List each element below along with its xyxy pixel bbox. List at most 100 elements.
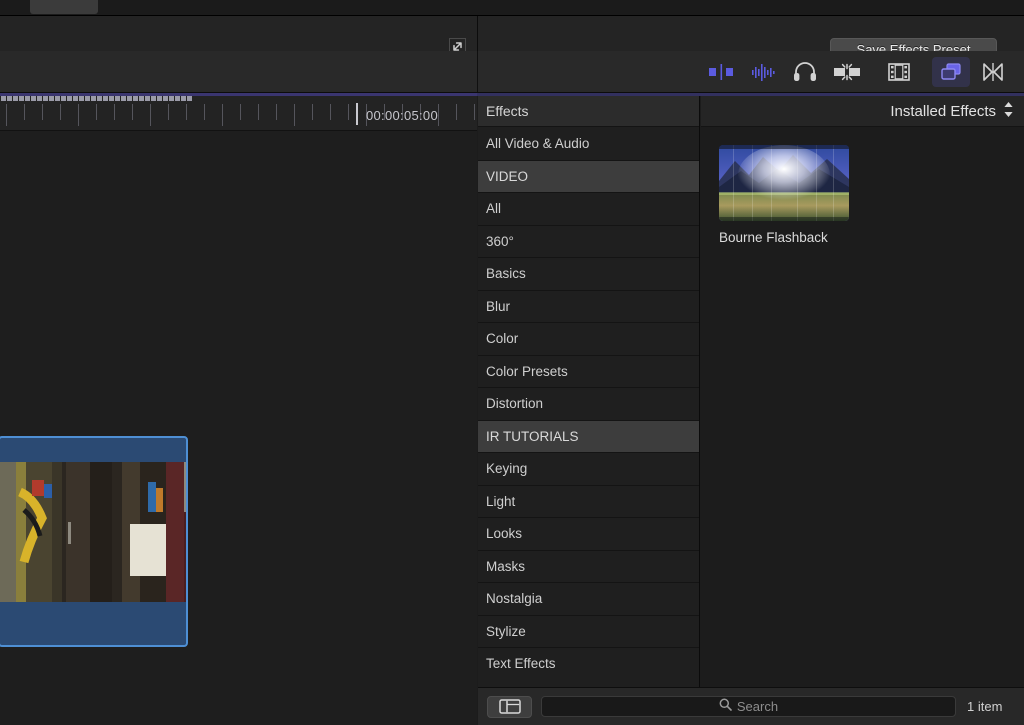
render-dash bbox=[61, 96, 66, 101]
effects-category-item[interactable]: Looks bbox=[478, 518, 700, 551]
render-dash bbox=[169, 96, 174, 101]
tick-mark bbox=[78, 104, 79, 126]
effect-item[interactable]: Bourne Flashback bbox=[719, 145, 849, 245]
timeline-panel[interactable]: 00:00:05:00 bbox=[0, 96, 477, 725]
tick-mark bbox=[186, 104, 187, 120]
browser-toolbar bbox=[0, 51, 1024, 93]
effects-category-item[interactable]: Keying bbox=[478, 453, 700, 486]
transitions-browser-icon[interactable] bbox=[974, 57, 1012, 87]
playhead[interactable] bbox=[356, 103, 358, 125]
effects-category-item[interactable]: Blur bbox=[478, 290, 700, 323]
effects-browser-icon[interactable] bbox=[932, 57, 970, 87]
timeline-ruler[interactable]: 00:00:05:00 bbox=[0, 96, 477, 131]
render-dash bbox=[85, 96, 90, 101]
effects-category-item[interactable]: Distortion bbox=[478, 388, 700, 421]
effects-category-label: Masks bbox=[486, 558, 526, 574]
audio-meters-icon[interactable] bbox=[744, 57, 782, 87]
effect-name-label: Bourne Flashback bbox=[719, 230, 828, 245]
effects-category-label: 360° bbox=[486, 233, 514, 249]
final-cut-pro-window: Save Effects Preset 00:00:05:00 Effects … bbox=[0, 0, 1024, 725]
effects-category-item[interactable]: Basics bbox=[478, 258, 700, 291]
effects-category-item[interactable]: 360° bbox=[478, 225, 700, 258]
effects-category-label: All bbox=[486, 201, 502, 217]
render-dash bbox=[145, 96, 150, 101]
tick-mark bbox=[24, 104, 25, 120]
sidebar-toggle-icon[interactable] bbox=[487, 695, 532, 718]
render-dash bbox=[1, 96, 6, 101]
inspector-tab-fragment[interactable] bbox=[30, 0, 98, 14]
timeline-clip[interactable] bbox=[0, 436, 188, 647]
tick-mark bbox=[6, 104, 7, 126]
tick-mark bbox=[456, 104, 457, 120]
tick-mark bbox=[168, 104, 169, 120]
render-dash bbox=[187, 96, 192, 101]
effects-category-header[interactable]: VIDEO bbox=[478, 160, 700, 193]
render-dash bbox=[157, 96, 162, 101]
effects-category-item[interactable]: All bbox=[478, 193, 700, 226]
tick-mark bbox=[96, 104, 97, 120]
tick-mark bbox=[240, 104, 241, 120]
retime-icon[interactable] bbox=[828, 57, 866, 87]
tick-mark bbox=[330, 104, 331, 120]
render-dash bbox=[103, 96, 108, 101]
effects-category-item[interactable]: Light bbox=[478, 485, 700, 518]
effects-category-label: Color bbox=[486, 331, 519, 347]
item-count-label: 1 item bbox=[967, 699, 1003, 714]
installed-effects-header[interactable]: Installed Effects bbox=[701, 96, 1024, 127]
effects-sidebar-title: Effects bbox=[478, 96, 700, 127]
effects-sidebar: Effects All Video & Audio VIDEO All 360° Bas… bbox=[478, 96, 700, 725]
render-dash bbox=[31, 96, 36, 101]
render-dash bbox=[73, 96, 78, 101]
effects-category-item[interactable]: All Video & Audio bbox=[478, 128, 700, 161]
effects-category-label: Text Effects bbox=[486, 656, 556, 672]
render-dash bbox=[79, 96, 84, 101]
render-dash bbox=[67, 96, 72, 101]
film-strip-icon[interactable] bbox=[880, 57, 918, 87]
effects-category-header[interactable]: IR TUTORIALS bbox=[478, 420, 700, 453]
effects-category-label: Nostalgia bbox=[486, 591, 543, 607]
render-dash bbox=[13, 96, 18, 101]
effects-category-item[interactable]: Color Presets bbox=[478, 355, 700, 388]
search-input[interactable]: Search bbox=[541, 696, 956, 717]
tick-mark bbox=[438, 104, 439, 126]
effects-category-item[interactable]: Color bbox=[478, 323, 700, 356]
render-dash bbox=[91, 96, 96, 101]
tick-mark bbox=[474, 104, 475, 120]
render-dash bbox=[127, 96, 132, 101]
effects-category-label: Basics bbox=[486, 266, 526, 282]
effects-thumbnail-grid[interactable]: Bourne Flashback bbox=[701, 128, 1024, 680]
filmstrip-frame bbox=[62, 462, 122, 602]
browser-bottom-bar: Search 1 item bbox=[478, 687, 1024, 725]
audio-enhancements-icon[interactable] bbox=[702, 57, 740, 87]
tick-mark bbox=[294, 104, 295, 126]
timeline-body[interactable] bbox=[0, 131, 477, 725]
render-dash bbox=[49, 96, 54, 101]
effects-category-item[interactable]: Stylize bbox=[478, 615, 700, 648]
search-icon bbox=[719, 698, 732, 716]
effects-category-item[interactable]: Masks bbox=[478, 550, 700, 583]
render-dash bbox=[55, 96, 60, 101]
effects-category-item[interactable]: Nostalgia bbox=[478, 583, 700, 616]
effects-category-label: Keying bbox=[486, 461, 528, 477]
installed-effects-title: Installed Effects bbox=[890, 102, 996, 120]
effect-thumbnail[interactable] bbox=[719, 145, 849, 221]
effects-category-label: Light bbox=[486, 493, 516, 509]
clip-filmstrip bbox=[0, 462, 186, 602]
headphones-icon[interactable] bbox=[786, 57, 824, 87]
tick-mark bbox=[60, 104, 61, 120]
chevron-up-down-icon[interactable] bbox=[1003, 101, 1014, 122]
tick-mark bbox=[348, 104, 349, 120]
render-dash bbox=[139, 96, 144, 101]
sidebar-right-divider bbox=[699, 96, 700, 725]
effects-category-label: Distortion bbox=[486, 396, 544, 412]
effects-category-list[interactable]: All Video & Audio VIDEO All 360° Basics Blur C… bbox=[478, 128, 700, 680]
tick-mark bbox=[150, 104, 151, 126]
timecode-label: 00:00:05:00 bbox=[366, 108, 438, 123]
render-dash bbox=[37, 96, 42, 101]
tick-mark bbox=[312, 104, 313, 120]
tick-mark bbox=[258, 104, 259, 120]
tick-mark bbox=[276, 104, 277, 120]
effects-category-item[interactable]: Text Effects bbox=[478, 648, 700, 680]
installed-effects-panel: Installed Effects Bourne Flashback bbox=[701, 96, 1024, 725]
inspector-vertical-divider bbox=[477, 16, 478, 51]
